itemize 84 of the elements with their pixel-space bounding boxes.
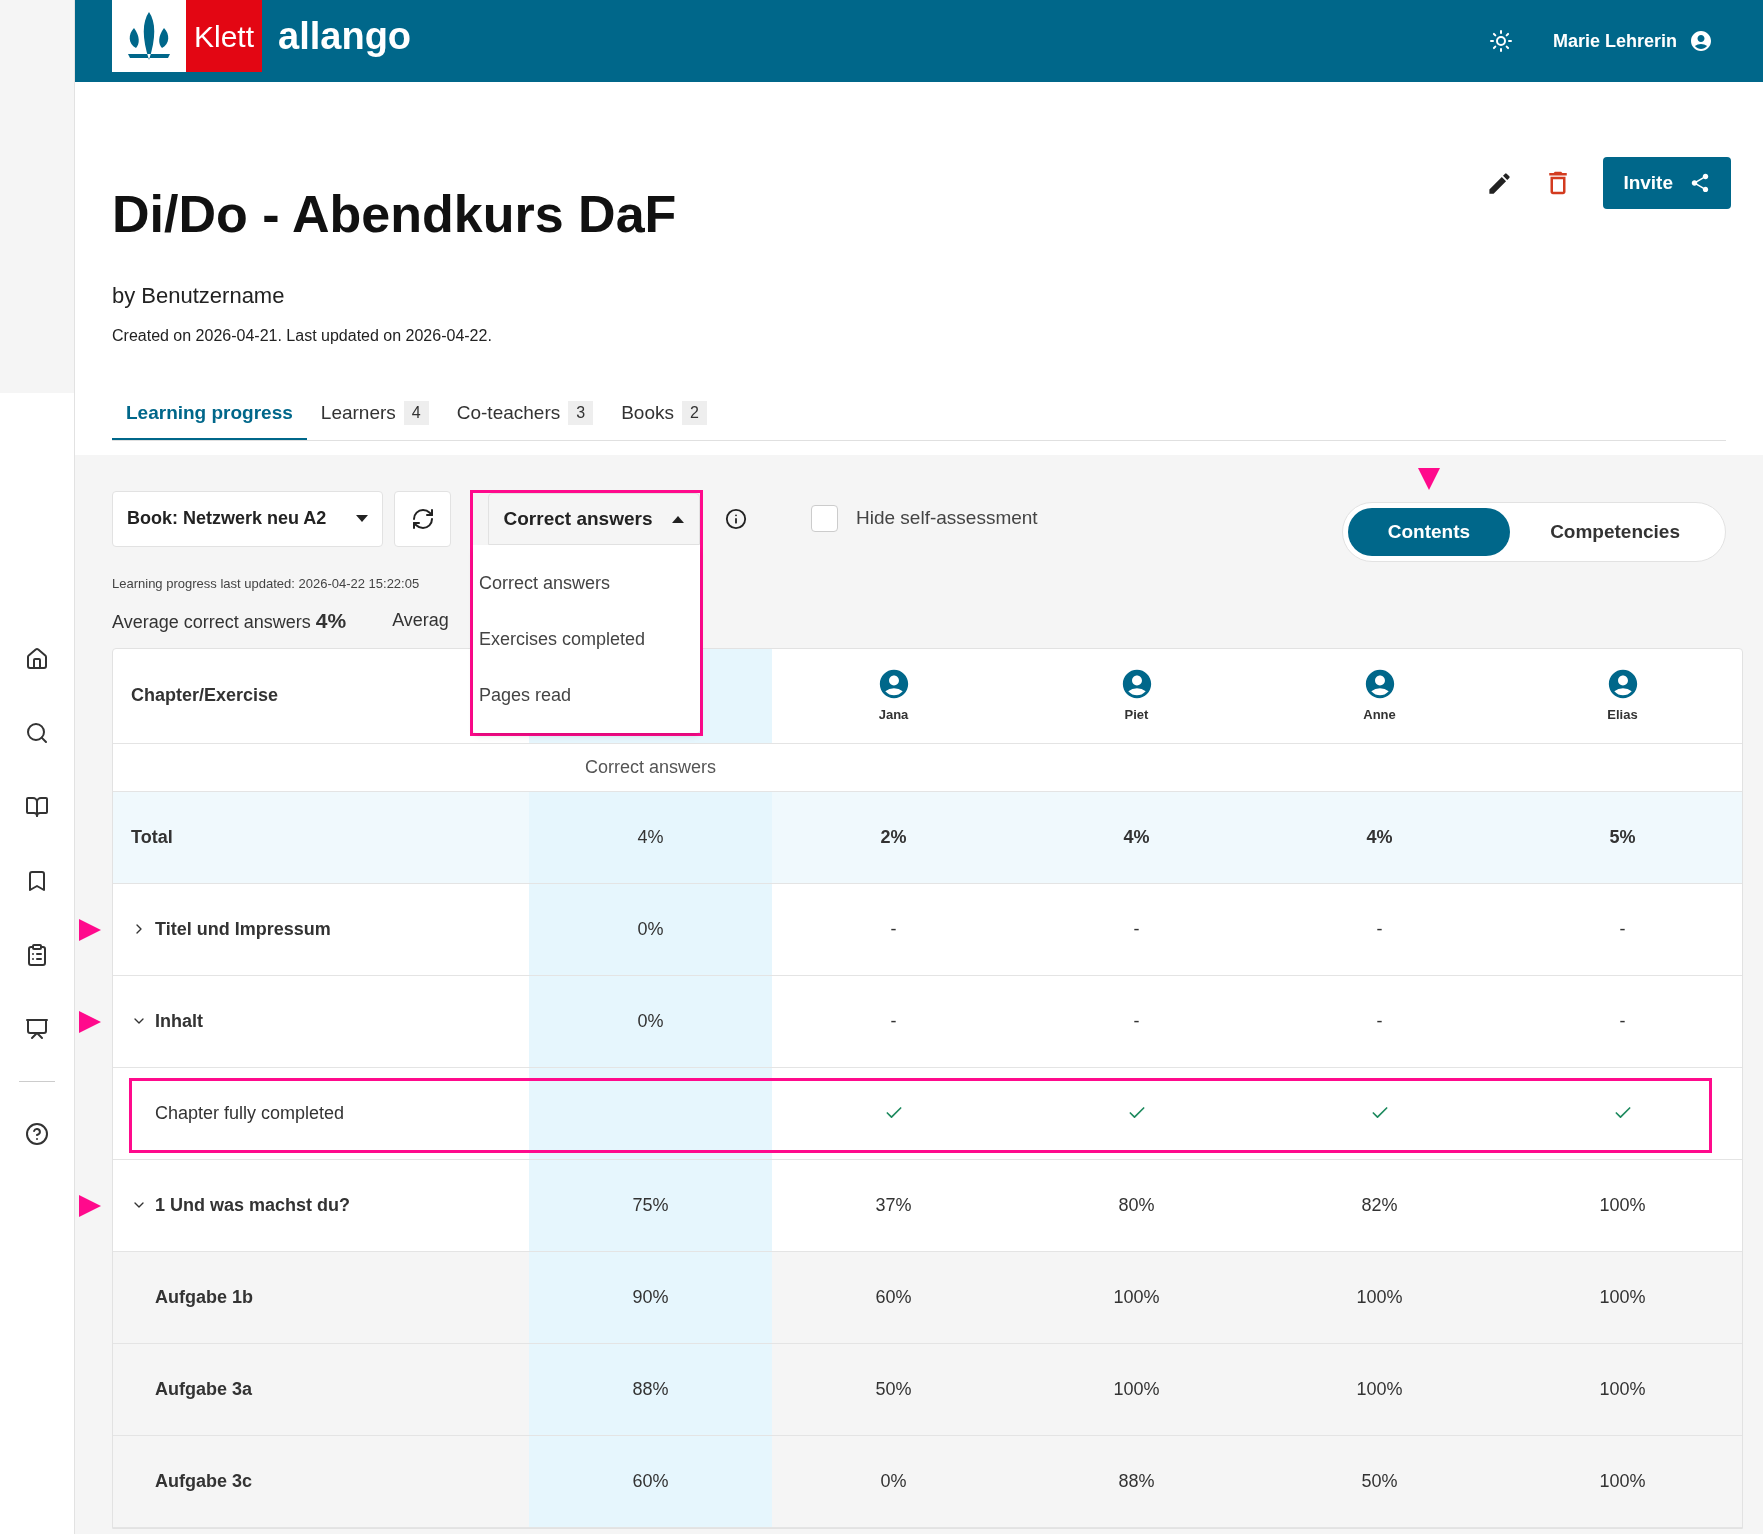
table-cell-text: - [1376,1009,1383,1033]
brand-name: allango [278,13,412,59]
table-cell-text: 4% [1366,825,1393,849]
share-icon [1689,172,1711,194]
table-cell-text: - [890,1009,897,1033]
toggle-option[interactable]: Competencies [1510,508,1720,556]
tab[interactable]: Books 2 [607,388,721,440]
table-cell-text: 100% [1599,1377,1646,1401]
column-header: Chapter/Exercise [131,684,279,707]
table-cell-text: 100% [1599,1193,1646,1217]
table-cell-text: 50% [1361,1469,1398,1493]
row-label: Titel und Impressum [155,917,331,941]
table-cell-text: 80% [1118,1193,1155,1217]
table-cell-text: 0% [880,1469,907,1493]
count-badge: 4 [403,401,429,425]
toggle-option[interactable]: Contents [1347,508,1511,556]
table-cell-text: 2% [880,825,907,849]
caret-icon [672,515,685,523]
info-icon[interactable] [725,507,747,530]
refresh-button[interactable] [394,490,451,547]
menu-item[interactable]: Exercises completed [473,611,700,667]
table-cell-text: - [1133,917,1140,941]
learner-name: Anne [1363,705,1396,724]
table-cell: 0% [529,883,772,975]
table-cell-text: 60% [875,1285,912,1309]
table-cell-text: 82% [1361,1193,1398,1217]
table-cell: 4% [529,791,772,883]
menu-item[interactable]: Pages read [473,667,700,723]
author-text: by Benutzername [112,282,286,310]
row-label: 1 Und was machst du? [155,1193,351,1217]
count-badge: 3 [568,401,594,425]
table-cell-text: 50% [875,1377,912,1401]
metric-label: Correct answers [584,755,716,779]
table-cell-text: 100% [1599,1469,1646,1493]
table-cell-text: 37% [875,1193,912,1217]
refresh-icon [410,506,435,531]
menu-item[interactable]: Correct answers [473,555,700,611]
tab[interactable]: Co-teachers 3 [442,388,608,440]
help-icon[interactable] [23,1120,51,1148]
row-label: Inhalt [155,1009,203,1033]
table-cell-text: - [1619,917,1626,941]
tab[interactable]: Learners 4 [306,388,443,440]
metric-select[interactable]: Correct answers [488,493,700,545]
table-cell: 60% [529,1435,772,1527]
table-cell-text: - [1376,917,1383,941]
user-menu[interactable]: Marie Lehrerin [1552,27,1713,55]
user-icon [1689,29,1713,53]
checkbox-label: Hide self-assessment [856,506,1038,531]
learner-name: Jana [878,705,909,724]
row-label: Total [131,825,173,849]
table-cell-text: 100% [1113,1285,1160,1309]
table-cell-text: 5% [1609,825,1636,849]
table-cell-text: - [1619,1009,1626,1033]
table-cell: 75% [529,1159,772,1251]
stat-text: Average correct answers 4% [112,607,347,634]
stat-text: Averag [392,609,449,632]
logo-text: Klett [194,18,255,55]
row-label: Aufgabe 1b [155,1285,253,1309]
table-cell-text: 100% [1356,1377,1403,1401]
last-updated-text: Learning progress last updated: 2026-04-22 15:22:05 [112,575,420,593]
invite-button[interactable]: Invite [1603,157,1731,209]
table-cell-text: 88% [1118,1469,1155,1493]
count-badge: 2 [681,401,707,425]
learner-name: Elias [1607,705,1638,724]
tab[interactable]: Learning progress [112,388,307,440]
row-label: Aufgabe 3c [155,1469,253,1493]
table-cell-text: - [1133,1009,1140,1033]
table-cell: 88% [529,1343,772,1435]
learner-name: Piet [1124,705,1149,724]
table-cell-text: 4% [1123,825,1150,849]
book-select[interactable]: Book: Netzwerk neu A2 [112,490,383,547]
row-label: Aufgabe 3a [155,1377,253,1401]
table-cell-text: 100% [1599,1285,1646,1309]
checkbox[interactable] [811,505,838,532]
row-label: Chapter fully completed [155,1101,345,1125]
table-cell-text: 100% [1113,1377,1160,1401]
table-cell: 90% [529,1251,772,1343]
caret-icon [356,515,368,522]
table-cell-text: - [890,917,897,941]
table-cell: 0% [529,975,772,1067]
course-title: Di/Do - Abendkurs DaF [112,184,677,245]
dates-text: Created on 2026-04-21. Last updated on 2026-04-22. [112,326,493,346]
theme-toggle-icon[interactable] [1488,29,1513,53]
table-cell-text: 100% [1356,1285,1403,1309]
